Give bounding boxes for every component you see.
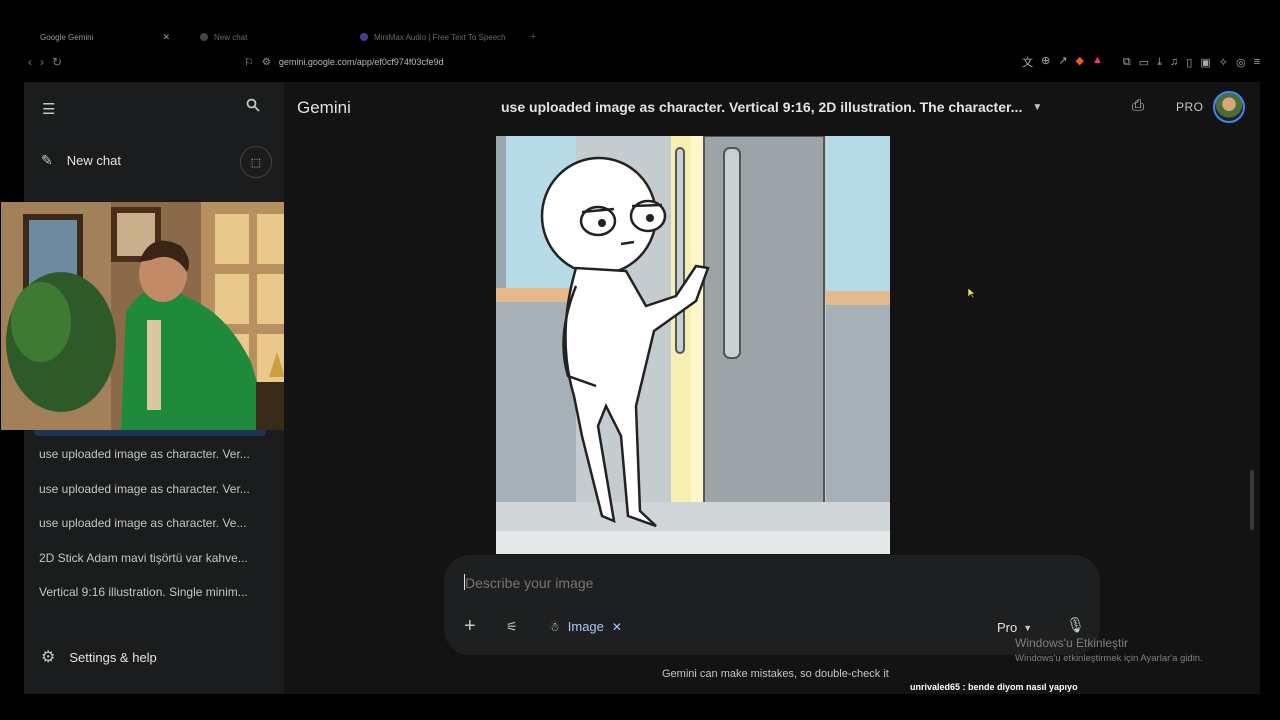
chat-history-list: use uploaded image as character. Ver... … xyxy=(39,446,269,619)
model-label: Pro xyxy=(997,620,1018,635)
site-info-icon[interactable]: ⚙ xyxy=(262,57,271,68)
brand-title[interactable]: Gemini xyxy=(297,98,351,118)
tool-chip-label: Image xyxy=(567,619,604,634)
tab-favicon-icon xyxy=(360,33,368,41)
close-icon[interactable]: ✕ xyxy=(612,620,622,634)
sidebar-toggle-icon[interactable]: ▯ xyxy=(1186,56,1192,69)
settings-label: Settings & help xyxy=(69,649,157,665)
share-page-icon[interactable]: ↗ xyxy=(1058,54,1067,70)
tab-label: New chat xyxy=(214,32,248,42)
back-icon[interactable]: ‹ xyxy=(28,55,32,69)
prompt-composer: + ⚟ ☃ Image ✕ Pro ▼ 🎙 xyxy=(444,555,1100,655)
wallet-icon[interactable]: ▣ xyxy=(1200,56,1210,69)
chat-username: unrivaled65 xyxy=(910,682,961,692)
forward-icon[interactable]: › xyxy=(40,55,44,69)
text-caret xyxy=(464,574,465,590)
main-area: Gemini use uploaded image as character. … xyxy=(284,82,1260,694)
address-actions: 文 ⊕ ↗ ◆ ▲ xyxy=(1022,54,1123,70)
reload-icon[interactable]: ↻ xyxy=(52,55,62,69)
browser-tab[interactable]: New chat xyxy=(190,28,340,46)
mic-icon[interactable]: 🎙 xyxy=(1066,616,1085,634)
extensions-bar: ⧉ ▭ ⤓ ♫ ▯ ▣ ✧ ◎ ≡ xyxy=(1123,56,1260,69)
mouse-cursor-icon xyxy=(968,288,975,298)
temporary-chat-icon[interactable]: ⬚ xyxy=(240,146,272,178)
url-text: gemini.google.com/app/ef0cf974f03cfe9d xyxy=(278,57,444,67)
brave-shield-icon[interactable]: ◆ xyxy=(1076,54,1084,70)
close-icon[interactable]: ✕ xyxy=(162,32,170,43)
gear-icon: ⚙ xyxy=(41,649,56,666)
tab-search-icon[interactable]: ▭ xyxy=(1139,56,1149,69)
generated-image[interactable] xyxy=(496,136,890,554)
watermark-line: Windows'u Etkinleştir xyxy=(1015,636,1128,650)
chat-title-text: use uploaded image as character. Vertica… xyxy=(501,99,1023,115)
prompt-input[interactable] xyxy=(465,575,985,591)
model-selector[interactable]: Pro ▼ xyxy=(997,620,1032,635)
zoom-icon[interactable]: ⊕ xyxy=(1041,54,1050,70)
leo-icon[interactable]: ✧ xyxy=(1219,56,1228,69)
new-chat-button[interactable]: ✎ New chat xyxy=(41,152,121,169)
nav-buttons: ‹ › ↻ xyxy=(24,55,244,69)
bookmark-icon[interactable]: ⚐ xyxy=(244,56,254,69)
chat-history-item[interactable]: use uploaded image as character. Ver... xyxy=(39,446,269,481)
avatar[interactable] xyxy=(1213,91,1245,123)
chevron-down-icon: ▼ xyxy=(1032,101,1043,113)
plus-icon[interactable]: + xyxy=(464,615,476,637)
download-icon[interactable]: ⤓ xyxy=(1157,56,1162,69)
chevron-down-icon: ▼ xyxy=(1023,622,1033,633)
edit-icon: ✎ xyxy=(41,152,53,168)
stream-chat-message: unrivaled65 : bende diyom nasıl yapıyo xyxy=(910,682,1078,692)
watermark-line: Windows'u etkinleştirmek için Ayarlar'a … xyxy=(1015,653,1203,664)
chat-history-item[interactable]: Vertical 9:16 illustration. Single minim… xyxy=(39,584,269,619)
plan-badge: PRO xyxy=(1176,100,1204,114)
tune-icon[interactable]: ⚟ xyxy=(506,619,518,635)
image-tool-chip[interactable]: ☃ Image ✕ xyxy=(549,619,622,634)
chat-history-item[interactable]: use uploaded image as character. Ver... xyxy=(39,481,269,516)
settings-help-button[interactable]: ⚙ Settings & help xyxy=(41,647,157,667)
extensions-icon[interactable]: ⧉ xyxy=(1123,56,1131,69)
webcam-overlay xyxy=(1,202,304,430)
vpn-icon[interactable]: ◎ xyxy=(1236,56,1246,69)
tab-label: Google Gemini xyxy=(40,32,94,42)
browser-tabbar: Google Gemini ✕ New chat MiniMax Audio |… xyxy=(30,28,1260,46)
chat-history-item[interactable]: use uploaded image as character. Ve... xyxy=(39,515,269,550)
translate-icon[interactable]: 文 xyxy=(1022,54,1033,70)
browser-menu-icon[interactable]: ≡ xyxy=(1254,56,1260,69)
share-icon[interactable]: ⎙ xyxy=(1132,97,1144,114)
browser-tab[interactable]: MiniMax Audio | Free Text To Speech xyxy=(350,28,520,46)
banana-icon: ☃ xyxy=(549,619,560,634)
chat-history-item[interactable]: 2D Stick Adam mavi tişörtü var kahve... xyxy=(39,550,269,585)
windows-activation-watermark: Windows'u Etkinleştir Windows'u etkinleş… xyxy=(1015,636,1203,664)
address-bar[interactable]: ⚐ ⚙ gemini.google.com/app/ef0cf974f03cfe… xyxy=(244,51,1123,73)
rewards-icon[interactable]: ▲ xyxy=(1092,54,1103,70)
new-chat-label: New chat xyxy=(66,153,121,168)
browser-toolbar: ‹ › ↻ ⚐ ⚙ gemini.google.com/app/ef0cf974… xyxy=(24,50,1260,74)
new-tab-button[interactable]: + xyxy=(530,28,536,46)
chat-title[interactable]: use uploaded image as character. Vertica… xyxy=(501,99,1042,115)
browser-tab[interactable]: Google Gemini ✕ xyxy=(30,28,180,46)
disclaimer-text: Gemini can make mistakes, so double-chec… xyxy=(662,668,889,680)
media-icon[interactable]: ♫ xyxy=(1170,56,1178,69)
scrollbar[interactable] xyxy=(1250,470,1254,530)
search-icon[interactable] xyxy=(246,98,260,115)
chat-message: bende diyom nasıl yapıyo xyxy=(968,682,1078,692)
tab-favicon-icon xyxy=(200,33,208,41)
tab-label: MiniMax Audio | Free Text To Speech xyxy=(374,32,506,42)
menu-icon[interactable]: ☰ xyxy=(42,100,55,118)
